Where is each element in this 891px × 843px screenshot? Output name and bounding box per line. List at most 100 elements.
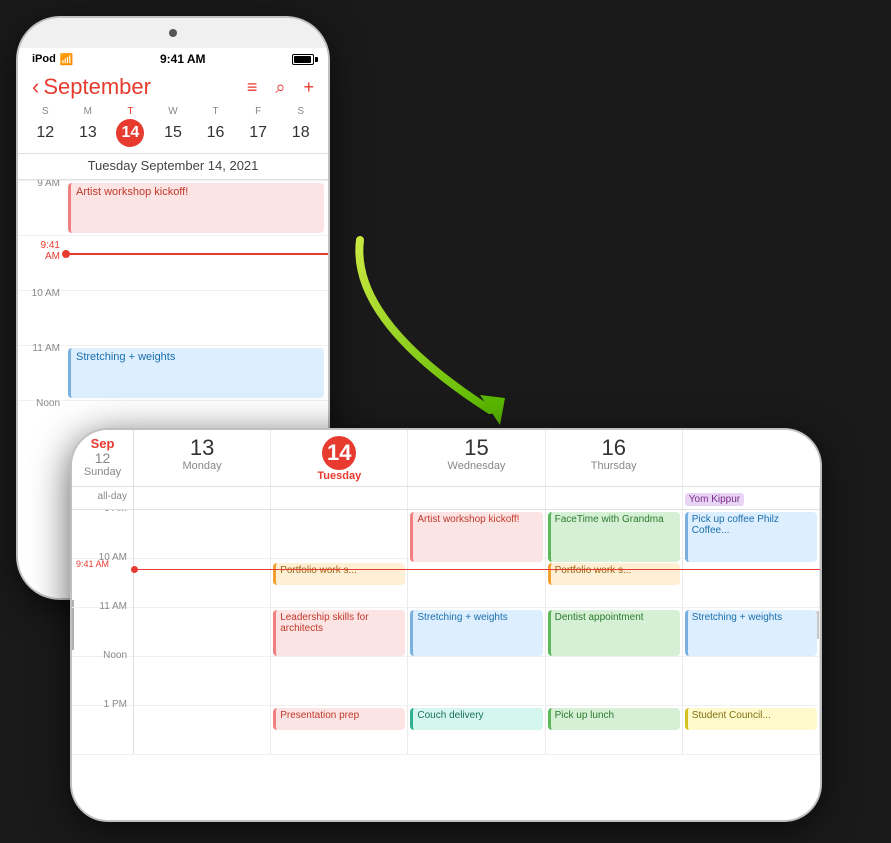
event-couch[interactable]: Couch delivery	[410, 708, 542, 730]
time-slot-current: 9:41 AM	[18, 235, 328, 290]
time-row-11am: 11 AM Leadership skills for architects S…	[72, 608, 820, 657]
day-name: F	[255, 106, 261, 117]
cell-sun-11	[134, 608, 271, 656]
time-label: 10 AM	[18, 284, 66, 299]
carrier-label: iPod	[32, 53, 56, 65]
current-time-line	[66, 250, 328, 258]
event-stretching-tue[interactable]: Stretching + weights	[410, 610, 542, 656]
day-title: Tuesday September 14, 2021	[18, 154, 328, 180]
event-dentist[interactable]: Dentist appointment	[548, 610, 680, 656]
event-pickup-coffee[interactable]: Pick up coffee Philz Coffee...	[685, 512, 817, 562]
day-name-today: T	[127, 106, 133, 117]
day-name: W	[168, 106, 177, 117]
time-row-10am: 10 AM Portfolio work s... Portfolio work…	[72, 559, 820, 608]
time-label: 11 AM	[18, 339, 66, 354]
week-day-mon[interactable]: M 13	[67, 106, 110, 147]
status-bar: iPod 📶 9:41 AM	[18, 48, 328, 70]
time-grid-body[interactable]: 9:41 AM 9 AM Artist workshop kickoff! Fa…	[72, 510, 820, 820]
wgh-cell-wed[interactable]: 15 Wednesday	[408, 430, 545, 486]
time-slot-10am: 10 AM	[18, 290, 328, 345]
event-yom-kippur[interactable]: Yom Kippur	[685, 493, 744, 506]
cell-wed-9: FaceTime with Grandma	[546, 510, 683, 558]
time-row-1pm: 1 PM Presentation prep Couch delivery Pi…	[72, 706, 820, 755]
day-num: 16	[550, 436, 678, 460]
cell-thu-noon	[683, 657, 820, 705]
event-artist-workshop-l[interactable]: Artist workshop kickoff!	[410, 512, 542, 562]
event-student-council[interactable]: Student Council...	[685, 708, 817, 730]
allday-sun	[134, 487, 271, 509]
day-name: M	[84, 106, 92, 117]
day-name: Thursday	[550, 460, 678, 472]
week-day-sun[interactable]: S 12	[24, 106, 67, 147]
event-portfolio-mon[interactable]: Portfolio work s...	[273, 563, 405, 585]
cell-tue-noon	[408, 657, 545, 705]
event-portfolio-wed[interactable]: Portfolio work s...	[548, 563, 680, 585]
event-pickup-lunch[interactable]: Pick up lunch	[548, 708, 680, 730]
wgh-cell-mon[interactable]: 13 Monday	[134, 430, 271, 486]
day-num: 15	[412, 436, 540, 460]
day-num: 12	[76, 451, 129, 466]
notch	[18, 18, 328, 48]
time-content: Stretching + weights	[66, 346, 328, 400]
cell-sun-noon	[134, 657, 271, 705]
allday-wed	[546, 487, 683, 509]
allday-tue	[408, 487, 545, 509]
landscape-screen: Sep 12 Sunday 13 Monday 14 Tuesday 15 We…	[72, 430, 820, 820]
time-label-10am: 10 AM	[72, 552, 134, 607]
add-icon[interactable]: +	[303, 77, 314, 98]
week-day-wed[interactable]: W 15	[152, 106, 195, 147]
month-title[interactable]: ‹ September	[32, 74, 151, 100]
current-time-dot	[62, 250, 70, 258]
time-label-9am: 9 AM	[72, 510, 134, 558]
calendar-header: ‹ September ≡ ⌕ +	[18, 70, 328, 106]
day-num: 12	[31, 119, 59, 147]
cell-thu-10	[683, 559, 820, 607]
cell-wed-1: Pick up lunch	[546, 706, 683, 754]
time-label: 9 AM	[18, 180, 66, 189]
cell-mon-noon	[271, 657, 408, 705]
week-row: S 12 M 13 T 14 W 15 T 16 F 17	[18, 106, 328, 154]
search-icon[interactable]: ⌕	[275, 77, 285, 98]
day-name: S	[42, 106, 49, 117]
cell-sun-9	[134, 510, 271, 558]
allday-thu: Yom Kippur	[683, 487, 820, 509]
time-label-11am: 11 AM	[72, 601, 134, 656]
event-presentation[interactable]: Presentation prep	[273, 708, 405, 730]
event-facetime[interactable]: FaceTime with Grandma	[548, 512, 680, 562]
day-num: 16	[202, 119, 230, 147]
day-num-today: 14	[322, 436, 356, 470]
wgh-cell-tue[interactable]: 14 Tuesday	[271, 430, 408, 486]
back-arrow-icon[interactable]: ‹	[32, 74, 39, 100]
week-day-sat[interactable]: S 18	[279, 106, 322, 147]
month-label: Sep	[76, 436, 129, 451]
day-name: T	[213, 106, 219, 117]
week-day-tue[interactable]: T 14	[109, 106, 152, 147]
day-name: S	[297, 106, 304, 117]
day-num: 13	[74, 119, 102, 147]
time-label-current: 9:41 AM	[18, 236, 66, 262]
wgh-cell-thu[interactable]: 16 Thursday	[546, 430, 683, 486]
day-name: Sunday	[76, 466, 129, 478]
week-day-thu[interactable]: T 16	[194, 106, 237, 147]
event-leadership[interactable]: Leadership skills for architects	[273, 610, 405, 656]
event-title: Artist workshop kickoff!	[76, 186, 188, 198]
time-row-9am: 9 AM Artist workshop kickoff! FaceTime w…	[72, 510, 820, 559]
day-num: 17	[244, 119, 272, 147]
cell-thu-1: Student Council...	[683, 706, 820, 754]
day-num-container: 14	[275, 436, 403, 470]
week-day-fri[interactable]: F 17	[237, 106, 280, 147]
time-row-noon: Noon	[72, 657, 820, 706]
event-title: Stretching + weights	[76, 351, 175, 363]
allday-row: all-day Yom Kippur	[72, 487, 820, 510]
cell-tue-10	[408, 559, 545, 607]
event-stretching[interactable]: Stretching + weights	[68, 348, 324, 398]
day-num: 18	[287, 119, 315, 147]
cell-tue-9: Artist workshop kickoff!	[408, 510, 545, 558]
camera	[169, 29, 177, 37]
cell-sun-10	[134, 559, 271, 607]
event-artist-workshop[interactable]: Artist workshop kickoff!	[68, 183, 324, 233]
landscape-device: Sep 12 Sunday 13 Monday 14 Tuesday 15 We…	[72, 430, 820, 820]
list-icon[interactable]: ≡	[247, 77, 258, 98]
event-stretching-thu[interactable]: Stretching + weights	[685, 610, 817, 656]
cell-wed-noon	[546, 657, 683, 705]
